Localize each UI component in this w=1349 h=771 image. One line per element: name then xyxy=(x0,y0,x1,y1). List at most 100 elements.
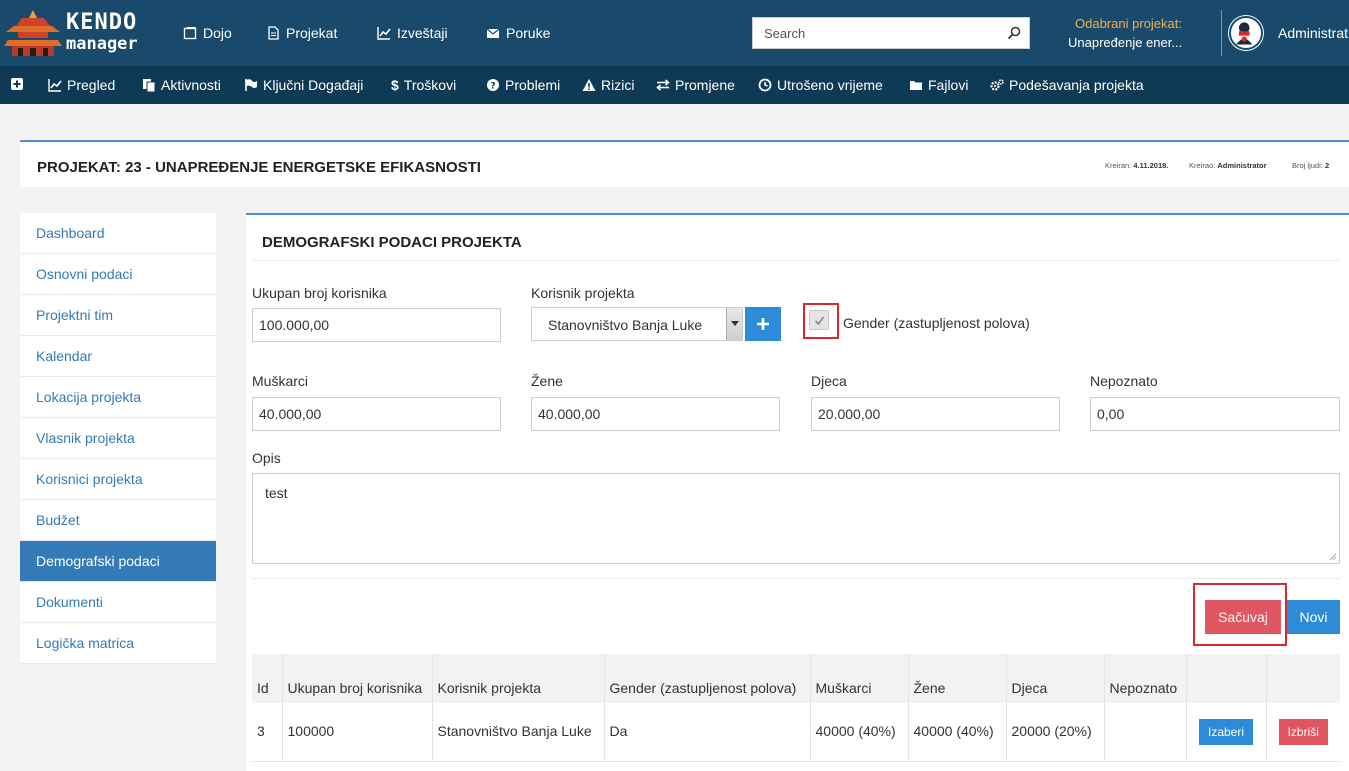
gender-checkbox-label[interactable]: Gender (zastupljenost polova) xyxy=(843,315,1030,331)
delete-row-button[interactable]: Izbriši xyxy=(1278,718,1328,745)
svg-text:?: ? xyxy=(490,82,495,92)
subnav-promjene-label: Promjene xyxy=(675,77,735,93)
people-value: 2 xyxy=(1324,161,1330,170)
resize-grip-icon[interactable] xyxy=(1328,552,1336,560)
subnav-rizici-label: Rizici xyxy=(601,77,635,93)
people-label: Broj ljudi: xyxy=(1292,161,1323,170)
nav-projekat[interactable]: Projekat xyxy=(266,25,337,41)
cell-men: 40000 (40%) xyxy=(810,703,909,762)
document-icon xyxy=(268,26,279,40)
children-label: Djeca xyxy=(811,373,847,389)
women-input[interactable] xyxy=(531,397,780,431)
created-value: 4.11.2018. xyxy=(1133,161,1169,170)
subnav-rizici[interactable]: Rizici xyxy=(582,77,634,93)
search-box xyxy=(752,17,1030,49)
demographics-table: Id Ukupan broj korisnika Korisnik projek… xyxy=(252,654,1340,762)
sidebar-item-korisnici-projekta[interactable]: Korisnici projekta xyxy=(20,459,216,500)
created-by-label: Kreirao: xyxy=(1189,161,1216,170)
project-created-by: Kreirao: Administrator xyxy=(1189,161,1267,170)
selected-project-label: Odabrani projekat: xyxy=(1075,16,1182,31)
select-row-button[interactable]: Izaberi xyxy=(1198,718,1254,745)
subnav-problemi[interactable]: ? Problemi xyxy=(486,77,560,93)
subnav-promjene[interactable]: Promjene xyxy=(656,77,735,93)
save-button[interactable]: Sačuvaj xyxy=(1205,600,1281,634)
nav-poruke[interactable]: Poruke xyxy=(486,25,550,41)
avatar-icon xyxy=(1236,22,1253,45)
cell-children: 20000 (20%) xyxy=(1006,703,1105,762)
new-button[interactable]: Novi xyxy=(1287,600,1340,634)
clock-icon xyxy=(758,78,772,92)
men-input[interactable] xyxy=(252,397,501,431)
subnav-kljucni-dogadaji-label: Ključni Događaji xyxy=(263,77,364,93)
flag-icon xyxy=(245,79,257,91)
dropdown-arrow-icon[interactable] xyxy=(726,308,742,340)
line-chart-icon xyxy=(48,79,62,92)
subnav-pregled[interactable]: Pregled xyxy=(48,77,115,93)
subnav-pregled-label: Pregled xyxy=(67,77,116,93)
subnav-utroseno-vrijeme[interactable]: Utrošeno vrijeme xyxy=(758,77,883,93)
total-users-label: Ukupan broj korisnika xyxy=(252,285,387,301)
col-header-total: Ukupan broj korisnika xyxy=(282,654,433,703)
search-icon[interactable] xyxy=(1007,26,1021,40)
unknown-input[interactable] xyxy=(1090,397,1340,431)
user-name[interactable]: Administrat xyxy=(1278,25,1348,41)
children-input[interactable] xyxy=(811,397,1060,431)
subnav-troskovi-label: Troškovi xyxy=(403,77,457,93)
copy-icon xyxy=(143,79,156,92)
sidebar-item-osnovni-podaci[interactable]: Osnovni podaci xyxy=(20,254,216,295)
nav-dojo[interactable]: Dojo xyxy=(183,25,232,41)
sidebar-item-logicka-matrica[interactable]: Logička matrica xyxy=(20,623,216,664)
table-row[interactable]: 3 100000 Stanovništvo Banja Luke Da 4000… xyxy=(252,703,1340,762)
sidebar-item-demografski-podaci[interactable]: Demografski podaci xyxy=(20,541,216,582)
search-input[interactable] xyxy=(753,18,993,48)
logo-text-bottom: manager xyxy=(66,34,138,54)
sidebar-item-budzet[interactable]: Budžet xyxy=(20,500,216,541)
subnav-problemi-label: Problemi xyxy=(505,77,561,93)
description-label: Opis xyxy=(252,450,281,466)
header-divider xyxy=(1221,10,1222,56)
panel-title: DEMOGRAFSKI PODACI PROJEKTA xyxy=(262,234,522,251)
user-avatar[interactable] xyxy=(1229,16,1263,50)
logo-text-top: KENDO xyxy=(66,10,138,35)
men-label: Muškarci xyxy=(252,373,309,389)
subnav-kljucni-dogadaji[interactable]: Ključni Događaji xyxy=(244,77,363,93)
add-beneficiary-button[interactable] xyxy=(745,307,781,341)
cell-gender: Da xyxy=(604,703,811,762)
sidebar-item-projektni-tim[interactable]: Projektni tim xyxy=(20,295,216,336)
description-textarea[interactable]: test xyxy=(252,473,1340,564)
plus-square-icon xyxy=(11,78,23,90)
gender-checkbox[interactable] xyxy=(809,310,829,330)
top-header: KENDO manager Dojo Projekat Izveštaji Po… xyxy=(0,0,1349,66)
sidebar-item-vlasnik-projekta[interactable]: Vlasnik projekta xyxy=(20,418,216,459)
subnav-podesavanja[interactable]: Podešavanja projekta xyxy=(990,77,1144,93)
beneficiary-select[interactable]: Stanovništvo Banja Luke xyxy=(531,307,743,341)
sidebar-item-dashboard[interactable]: Dashboard xyxy=(20,213,216,254)
women-label: Žene xyxy=(531,373,563,389)
kendo-manager-logo[interactable]: KENDO manager xyxy=(4,8,164,58)
subnav-add[interactable] xyxy=(10,77,24,91)
col-header-unknown: Nepoznato xyxy=(1104,654,1187,703)
sidebar-item-kalendar[interactable]: Kalendar xyxy=(20,336,216,377)
cell-total: 100000 xyxy=(282,703,433,762)
envelope-icon xyxy=(486,28,500,38)
col-header-children: Djeca xyxy=(1006,654,1105,703)
subnav-aktivnosti[interactable]: Aktivnosti xyxy=(142,77,221,93)
subnav-troskovi[interactable]: $ Troškovi xyxy=(391,77,456,93)
nav-poruke-label: Poruke xyxy=(506,25,551,41)
nav-dojo-label: Dojo xyxy=(203,25,232,41)
exchange-icon xyxy=(656,79,670,91)
created-label: Kreiran: xyxy=(1105,161,1132,170)
selected-project-value[interactable]: Unapređenje ener... xyxy=(1068,35,1182,50)
total-users-input[interactable] xyxy=(252,308,501,342)
cell-id: 3 xyxy=(252,703,283,762)
folder-icon xyxy=(910,81,922,90)
sidebar-item-lokacija-projekta[interactable]: Lokacija projekta xyxy=(20,377,216,418)
cell-select: Izaberi xyxy=(1186,703,1267,762)
unknown-label: Nepoznato xyxy=(1090,373,1158,389)
checkmark-icon xyxy=(814,316,825,326)
subnav-aktivnosti-label: Aktivnosti xyxy=(161,77,221,93)
plus-icon xyxy=(757,318,769,330)
sidebar-item-dokumenti[interactable]: Dokumenti xyxy=(20,582,216,623)
subnav-fajlovi[interactable]: Fajlovi xyxy=(909,77,968,93)
nav-izvestaji[interactable]: Izveštaji xyxy=(377,25,448,41)
